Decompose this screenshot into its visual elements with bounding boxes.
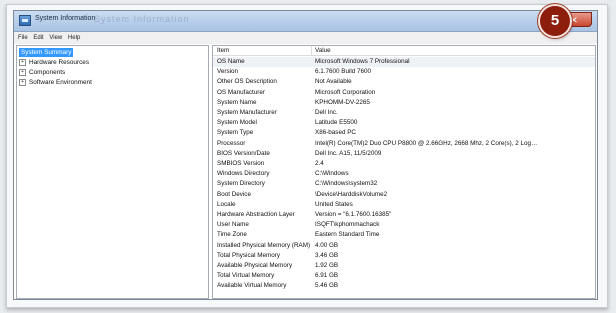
- tree-item-system-summary[interactable]: System Summary: [19, 48, 74, 57]
- table-row[interactable]: Processor Intel(R) Core(TM)2 Duo CPU P880…: [213, 139, 595, 149]
- item-cell: Boot Device: [217, 190, 251, 198]
- menu-edit[interactable]: Edit: [33, 32, 43, 44]
- step-number-badge: 5: [540, 6, 570, 36]
- item-cell: Installed Physical Memory (RAM): [217, 241, 311, 249]
- column-header-value[interactable]: Value: [315, 46, 331, 56]
- table-row[interactable]: Locale United States: [213, 200, 595, 210]
- menu-bar: File Edit View Help: [14, 32, 597, 44]
- column-header-item[interactable]: Item: [217, 46, 229, 56]
- table-row[interactable]: Hardware Abstraction Layer Version = "6.1…: [213, 210, 595, 220]
- item-cell: System Manufacturer: [217, 109, 277, 116]
- table-row[interactable]: System Model Latitude E5500: [213, 118, 595, 128]
- item-cell: User Name: [217, 221, 249, 229]
- value-cell: 4.00 GB: [315, 241, 339, 249]
- value-cell: \Device\HarddiskVolume2: [315, 190, 388, 198]
- value-cell: Not Available: [315, 78, 352, 86]
- table-row[interactable]: SMBIOS Version 2.4: [213, 159, 595, 169]
- item-cell: Total Physical Memory: [217, 251, 280, 259]
- tree-item-label: Components: [29, 69, 66, 76]
- value-cell: 2.4: [315, 160, 324, 167]
- window-title-reflection: System Information: [94, 14, 190, 24]
- tree-item-software-environment[interactable]: + Software Environment: [19, 78, 92, 87]
- item-cell: SMBIOS Version: [217, 160, 265, 167]
- table-row[interactable]: Boot Device \Device\HarddiskVolume2: [213, 190, 595, 200]
- list-header: Item Value: [213, 46, 595, 56]
- system-information-window: System Information System Information ✕ …: [13, 10, 598, 300]
- table-row[interactable]: System Type X86-based PC: [213, 128, 595, 138]
- item-cell: Available Physical Memory: [217, 262, 293, 269]
- value-cell: 6.91 GB: [315, 272, 339, 280]
- table-row[interactable]: Available Virtual Memory 5.46 GB: [213, 281, 595, 291]
- item-cell: OS Name: [217, 58, 245, 65]
- table-row[interactable]: User Name ISQFT\kphommachack: [213, 220, 595, 230]
- expand-icon[interactable]: +: [19, 58, 26, 66]
- value-cell: 6.1.7600 Build 7600: [315, 68, 372, 76]
- menu-help[interactable]: Help: [68, 32, 80, 44]
- value-cell: Eastern Standard Time: [315, 231, 380, 239]
- menu-view[interactable]: View: [49, 32, 62, 44]
- item-cell: Total Virtual Memory: [217, 272, 275, 280]
- value-cell: Dell Inc.: [315, 109, 338, 116]
- table-row[interactable]: Windows Directory C:\Windows: [213, 169, 595, 179]
- item-cell: System Directory: [217, 180, 265, 188]
- value-cell: C:\Windows: [315, 170, 349, 178]
- table-row[interactable]: Available Physical Memory 1.92 GB: [213, 261, 595, 271]
- item-cell: Time Zone: [217, 231, 247, 239]
- item-cell: Windows Directory: [217, 170, 270, 178]
- value-cell: 3.46 GB: [315, 251, 339, 259]
- table-row[interactable]: OS Name Microsoft Windows 7 Professional: [213, 57, 595, 68]
- item-cell: Version: [217, 68, 239, 76]
- column-divider[interactable]: [311, 46, 312, 56]
- value-cell: United States: [315, 200, 353, 208]
- table-row[interactable]: System Directory C:\Windows\system32: [213, 179, 595, 189]
- item-cell: System Model: [217, 119, 257, 127]
- tree-item-label: Hardware Resources: [29, 59, 90, 66]
- value-cell: Microsoft Windows 7 Professional: [315, 58, 410, 65]
- value-cell: Microsoft Corporation: [315, 88, 376, 96]
- window-title: System Information: [35, 15, 96, 22]
- table-row[interactable]: Installed Physical Memory (RAM) 4.00 GB: [213, 241, 595, 251]
- table-row[interactable]: Version 6.1.7600 Build 7600: [213, 67, 595, 77]
- value-cell: 1.92 GB: [315, 262, 339, 269]
- table-row[interactable]: System Manufacturer Dell Inc.: [213, 108, 595, 118]
- table-row[interactable]: Total Physical Memory 3.46 GB: [213, 251, 595, 261]
- value-cell: KPHOMM-DV-2265: [315, 98, 370, 106]
- item-cell: Other OS Description: [217, 78, 277, 86]
- value-cell: Intel(R) Core(TM)2 Duo CPU P8800 @ 2.66G…: [315, 139, 538, 147]
- system-info-app-icon: [19, 15, 31, 26]
- table-row[interactable]: OS Manufacturer Microsoft Corporation: [213, 88, 595, 98]
- item-cell: OS Manufacturer: [217, 88, 265, 96]
- item-cell: BIOS Version/Date: [217, 149, 270, 157]
- table-row[interactable]: Time Zone Eastern Standard Time: [213, 230, 595, 240]
- value-cell: Latitude E5500: [315, 119, 358, 127]
- item-cell: Locale: [217, 200, 236, 208]
- tree-item-hardware-resources[interactable]: + Hardware Resources: [19, 58, 89, 67]
- item-cell: System Type: [217, 129, 254, 137]
- table-row[interactable]: System Name KPHOMM-DV-2265: [213, 98, 595, 108]
- item-cell: Processor: [217, 139, 246, 147]
- item-cell: Hardware Abstraction Layer: [217, 211, 295, 218]
- item-cell: Available Virtual Memory: [217, 282, 287, 290]
- title-bar[interactable]: System Information System Information ✕: [14, 11, 597, 32]
- category-tree: System Summary + Hardware Resources + Comp…: [16, 45, 209, 299]
- value-cell: Dell Inc. A15, 11/5/2009: [315, 149, 382, 157]
- table-row[interactable]: BIOS Version/Date Dell Inc. A15, 11/5/200…: [213, 149, 595, 159]
- value-cell: 5.46 GB: [315, 282, 339, 290]
- tree-item-components[interactable]: + Components: [19, 68, 65, 77]
- value-cell: ISQFT\kphommachack: [315, 221, 380, 229]
- value-cell: Version = "6.1.7600.16385": [315, 211, 392, 218]
- details-list: Item Value OS Name Microsoft Windows 7 Pr…: [212, 45, 596, 299]
- item-cell: System Name: [217, 98, 257, 106]
- table-row[interactable]: Total Virtual Memory 6.91 GB: [213, 271, 595, 281]
- expand-icon[interactable]: +: [19, 68, 26, 76]
- expand-icon[interactable]: +: [19, 78, 26, 86]
- value-cell: X86-based PC: [315, 129, 356, 137]
- tree-item-label: Software Environment: [29, 79, 92, 86]
- table-row[interactable]: Other OS Description Not Available: [213, 77, 595, 87]
- menu-file[interactable]: File: [18, 32, 28, 44]
- value-cell: C:\Windows\system32: [315, 180, 378, 188]
